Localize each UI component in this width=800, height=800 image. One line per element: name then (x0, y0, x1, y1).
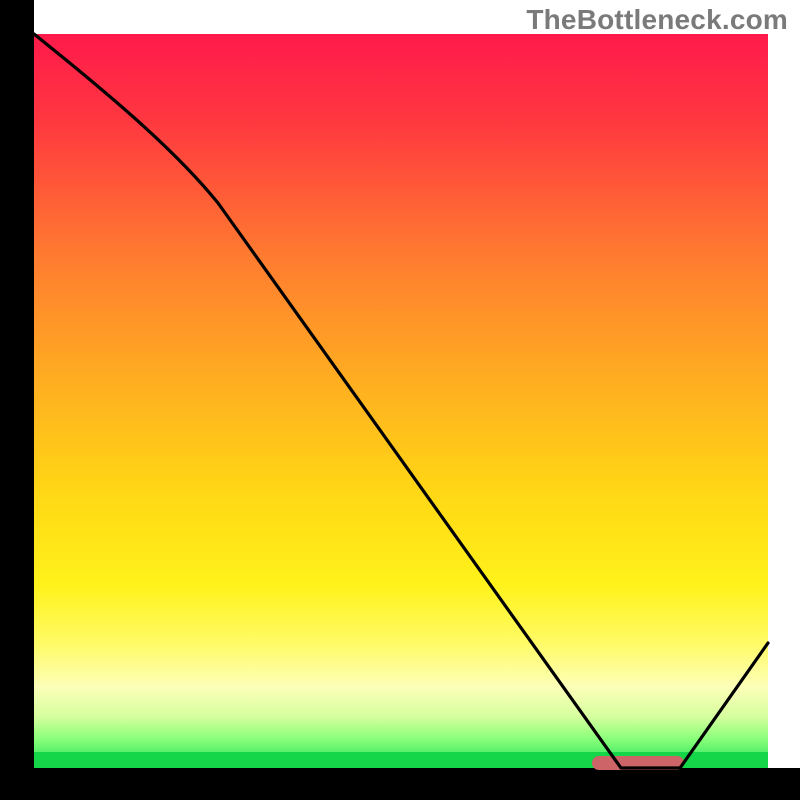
bottleneck-chart (0, 0, 800, 800)
chart-container: TheBottleneck.com (0, 0, 800, 800)
watermark-text: TheBottleneck.com (526, 4, 788, 36)
chart-background (34, 34, 768, 768)
axis-left (0, 0, 34, 800)
axis-bottom (0, 768, 800, 800)
